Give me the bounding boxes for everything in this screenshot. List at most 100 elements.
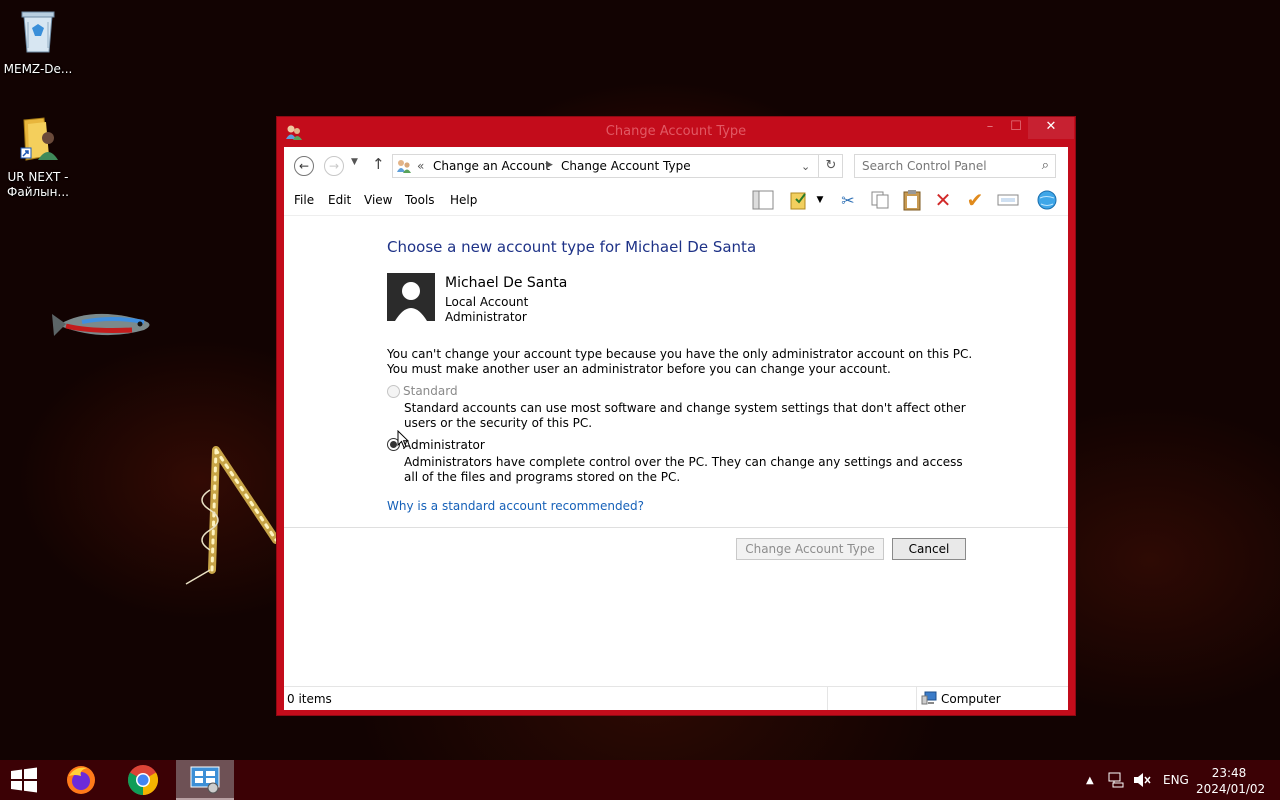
user-account-kind: Local Account: [445, 295, 529, 309]
administrator-description: Administrators have complete control ove…: [404, 455, 963, 484]
control-panel-window[interactable]: Change Account Type – ☐ ✕ ← → ▼ ↑ « Chan…: [276, 116, 1076, 716]
delete-button[interactable]: ✕: [931, 188, 955, 212]
title-bar[interactable]: Change Account Type – ☐ ✕: [277, 117, 1075, 147]
dropdown-icon: ▼: [816, 195, 824, 205]
search-input[interactable]: [855, 155, 1032, 177]
menu-bar: File Edit View Tools Help ▼ ✂ ✕ ✔: [284, 185, 1068, 216]
clock-time: 23:48: [1211, 766, 1247, 780]
up-button[interactable]: ↑: [372, 155, 385, 173]
refresh-icon: ↻: [825, 158, 837, 173]
status-zone: Computer: [941, 692, 1001, 706]
start-button[interactable]: [0, 760, 48, 800]
menu-view[interactable]: View: [364, 193, 392, 207]
window-client-area: ← → ▼ ↑ « Change an Account ▶ Change Acc…: [284, 147, 1068, 710]
globe-icon: [1037, 190, 1057, 210]
show-hidden-icons-button[interactable]: ▲: [1086, 760, 1094, 800]
divider: [916, 687, 917, 710]
search-icon[interactable]: ⌕: [1042, 158, 1049, 173]
navigation-bar: ← → ▼ ↑ « Change an Account ▶ Change Acc…: [284, 147, 1068, 185]
address-dropdown-icon[interactable]: ⌄: [801, 160, 810, 173]
taskbar-firefox[interactable]: [52, 760, 110, 800]
minimize-button[interactable]: –: [977, 117, 1003, 139]
apply-button[interactable]: ✔: [963, 188, 987, 212]
input-language-indicator[interactable]: ENG: [1163, 760, 1189, 800]
breadcrumb-overflow[interactable]: «: [417, 159, 424, 173]
properties-button[interactable]: [787, 188, 811, 212]
cancel-button[interactable]: Cancel: [892, 538, 966, 560]
arrow-right-icon: →: [328, 159, 340, 173]
clock-date: 2024/01/02: [1196, 782, 1266, 796]
start-icon: [11, 767, 37, 793]
rename-icon: [997, 194, 1019, 206]
menu-edit[interactable]: Edit: [328, 193, 351, 207]
breadcrumb-change-account-type[interactable]: Change Account Type: [561, 159, 691, 173]
recycle-bin-icon: [21, 11, 55, 53]
paste-icon: [903, 190, 921, 211]
volume-muted-icon[interactable]: [1133, 760, 1151, 800]
desktop-icon-memz[interactable]: MEMZ-De...: [0, 8, 76, 77]
firefox-icon: [67, 766, 95, 794]
refresh-button[interactable]: ↻: [818, 155, 843, 177]
preview-pane-icon: [752, 190, 774, 210]
standard-description: Standard accounts can use most software …: [404, 401, 966, 430]
internet-options-button[interactable]: [1035, 188, 1059, 212]
forward-button[interactable]: →: [324, 156, 344, 176]
cut-button[interactable]: ✂: [836, 188, 860, 212]
paste-button[interactable]: [900, 188, 924, 212]
chevron-down-icon: ▼: [351, 157, 358, 167]
divider: [284, 527, 1068, 528]
taskbar-chrome[interactable]: [114, 760, 172, 800]
maximize-button[interactable]: ☐: [1003, 117, 1029, 139]
taskbar-control-panel[interactable]: [176, 760, 234, 800]
folder-shortcut-icon: [20, 117, 58, 161]
divider: [827, 687, 828, 710]
cut-icon: ✂: [841, 190, 855, 210]
user-avatar: [387, 273, 435, 321]
control-panel-icon: [190, 766, 220, 794]
standard-label: Standard: [403, 384, 458, 398]
properties-dropdown[interactable]: ▼: [813, 188, 827, 212]
standard-radio[interactable]: [387, 385, 400, 398]
change-account-type-button[interactable]: Change Account Type: [736, 538, 884, 560]
main-content: Choose a new account type for Michael De…: [284, 216, 1068, 686]
desktop-icon-label: UR NEXT - Файлын...: [7, 170, 69, 199]
rename-button[interactable]: [996, 188, 1020, 212]
string-lights-graphic: [185, 446, 280, 585]
mouse-cursor-icon: [397, 430, 409, 449]
copy-icon: [871, 191, 889, 209]
delete-icon: ✕: [934, 188, 952, 212]
page-title: Choose a new account type for Michael De…: [387, 238, 757, 256]
chrome-icon: [127, 765, 159, 795]
computer-icon: [921, 691, 937, 705]
folder-check-icon: [790, 192, 806, 210]
checkmark-icon: ✔: [966, 188, 984, 212]
user-accounts-icon: [397, 160, 411, 173]
item-count: 0 items: [287, 692, 332, 706]
back-button[interactable]: ←: [294, 156, 314, 176]
arrow-up-icon: ↑: [372, 155, 385, 173]
menu-help[interactable]: Help: [450, 193, 477, 207]
clock[interactable]: 23:48 2024/01/02: [1196, 765, 1266, 797]
user-role: Administrator: [445, 310, 527, 324]
search-box[interactable]: ⌕: [854, 154, 1056, 178]
address-bar[interactable]: « Change an Account ▶ Change Account Typ…: [392, 154, 843, 178]
desktop-icon-label: MEMZ-De...: [3, 62, 73, 76]
arrow-left-icon: ←: [298, 159, 310, 173]
preview-pane-button[interactable]: [751, 188, 775, 212]
menu-tools[interactable]: Tools: [405, 193, 435, 207]
close-button[interactable]: ✕: [1028, 117, 1074, 139]
recent-locations-button[interactable]: ▼: [351, 157, 358, 167]
administrator-label: Administrator: [403, 438, 485, 452]
warning-message: You can't change your account type becau…: [387, 347, 973, 376]
desktop-icon-ur-next[interactable]: UR NEXT - Файлын...: [0, 116, 76, 200]
fish-graphic: [52, 313, 150, 336]
why-standard-link[interactable]: Why is a standard account recommended?: [387, 499, 644, 513]
menu-file[interactable]: File: [294, 193, 314, 207]
status-bar: 0 items Computer: [284, 686, 1068, 710]
copy-button[interactable]: [868, 188, 892, 212]
user-name: Michael De Santa: [445, 275, 568, 291]
network-icon[interactable]: [1108, 760, 1126, 800]
breadcrumb-change-an-account[interactable]: Change an Account: [433, 159, 550, 173]
taskbar: ▲ ENG 23:48 2024/01/02: [0, 760, 1280, 800]
chevron-right-icon[interactable]: ▶: [546, 160, 553, 170]
